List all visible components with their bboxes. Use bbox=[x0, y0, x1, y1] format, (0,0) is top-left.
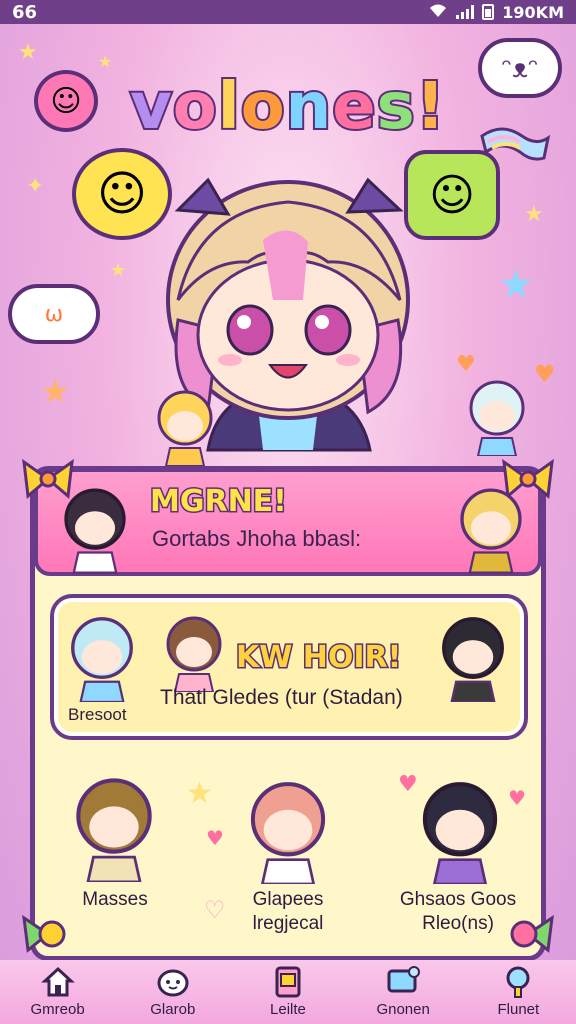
star-icon: ★ bbox=[40, 372, 71, 412]
screen-icon bbox=[387, 966, 421, 993]
status-left-text: 66 bbox=[12, 1, 38, 23]
star-icon: ★ bbox=[98, 52, 113, 71]
star-icon: ★ bbox=[110, 260, 127, 281]
star-icon: ★ bbox=[524, 202, 544, 227]
featured-title: KW HOIR! bbox=[234, 639, 402, 677]
character-card-3-avatar[interactable] bbox=[410, 776, 510, 884]
star-icon: ★ bbox=[18, 40, 38, 65]
bottom-navigation: Gmreob Glarob Leilte Gnonen Flunet bbox=[0, 960, 576, 1024]
mini-character-white-hair bbox=[469, 380, 525, 456]
featured-subtitle: Thatl Gledes (tur (Stadan) bbox=[160, 686, 403, 709]
heart-icon: ♥ bbox=[206, 826, 224, 850]
flower-corner-icon bbox=[510, 914, 554, 953]
avatar-blonde-hair bbox=[460, 488, 522, 574]
banner-title: MGRNE! bbox=[149, 483, 289, 521]
avatar-dark-hair bbox=[64, 488, 126, 574]
star-icon: ✦ bbox=[26, 174, 45, 199]
star-icon: ★ bbox=[498, 262, 534, 308]
character-card-2-label: Glapees lregjecal bbox=[252, 889, 324, 934]
heart-icon: ♥ bbox=[398, 772, 418, 797]
heart-icon: ♡ bbox=[204, 896, 226, 924]
signal-icon bbox=[456, 5, 475, 19]
flower-corner-icon bbox=[22, 914, 66, 953]
cloud-face-icon bbox=[157, 969, 189, 997]
home-icon bbox=[40, 966, 75, 997]
nav-item-chat[interactable]: Glarob bbox=[128, 965, 218, 1018]
speech-cloud-sticker: ω bbox=[8, 284, 100, 344]
battery-icon bbox=[482, 4, 495, 20]
mini-character-blonde bbox=[157, 390, 213, 466]
avatar-black-hair bbox=[442, 617, 504, 702]
nav-item-screen[interactable]: Gnonen bbox=[358, 965, 448, 1018]
card-icon bbox=[275, 966, 301, 998]
nav-item-search[interactable]: Flunet bbox=[473, 965, 563, 1018]
search-icon bbox=[506, 966, 530, 998]
heart-icon: ♥ bbox=[508, 786, 526, 810]
status-bar: 66 190KM bbox=[0, 0, 576, 24]
nav-item-home[interactable]: Gmreob bbox=[13, 965, 103, 1018]
avatar-light-blue-hair bbox=[71, 617, 133, 702]
avatar-brown-hair bbox=[166, 616, 222, 692]
app-title: volones! bbox=[128, 68, 447, 146]
character-card-1-avatar[interactable] bbox=[66, 772, 162, 882]
heart-icon: ♥ bbox=[534, 360, 556, 388]
heart-icon: ♥ bbox=[456, 352, 476, 377]
banner-subtitle: Gortabs Jhoha bbasl: bbox=[152, 526, 362, 551]
featured-avatar-label: Bresoot bbox=[68, 705, 127, 724]
status-time: 190KM bbox=[502, 2, 564, 22]
wifi-icon bbox=[428, 2, 448, 22]
nav-item-cards[interactable]: Leilte bbox=[243, 965, 333, 1018]
character-card-2-avatar[interactable] bbox=[240, 776, 336, 884]
star-icon: ★ bbox=[186, 776, 213, 811]
